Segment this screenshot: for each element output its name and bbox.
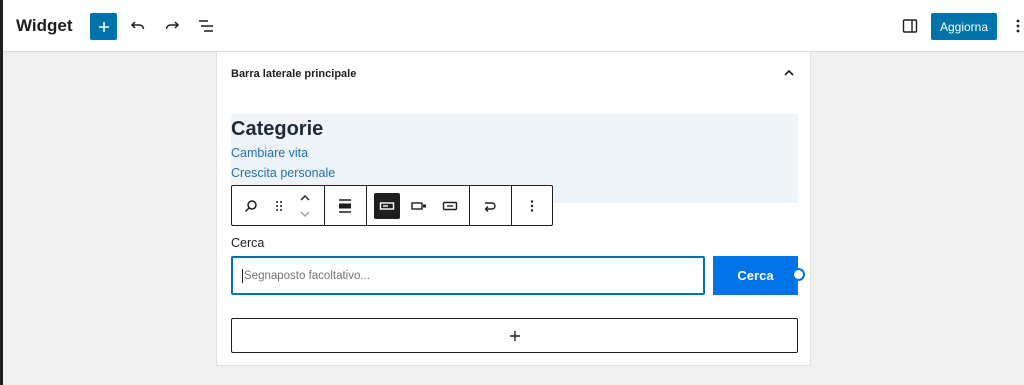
settings-button[interactable] <box>898 14 922 38</box>
move-up-down-buttons[interactable] <box>292 189 318 223</box>
category-link[interactable]: Crescita personale <box>231 166 335 180</box>
add-block-button[interactable] <box>90 13 117 40</box>
move-arrows-icon <box>300 195 310 217</box>
undo-button[interactable] <box>126 14 150 38</box>
chevron-up-icon <box>784 69 794 76</box>
options-button[interactable] <box>1006 14 1024 38</box>
no-button-icon <box>442 201 458 211</box>
search-label: Cerca <box>231 236 265 250</box>
block-options-button[interactable] <box>519 193 545 219</box>
toolbar-group-block <box>232 186 325 225</box>
top-toolbar: Widget Aggiorna <box>0 0 1024 52</box>
transform-button[interactable] <box>477 193 503 219</box>
no-button-button[interactable] <box>437 193 463 219</box>
redo-button[interactable] <box>160 14 184 38</box>
button-outside-icon <box>379 202 395 210</box>
toolbar-group-transform <box>470 186 512 225</box>
search-button[interactable]: Cerca <box>713 256 798 295</box>
label-position-outside-button[interactable] <box>374 193 400 219</box>
search-icon <box>244 200 257 213</box>
button-inside-icon <box>411 202 426 210</box>
left-edge-bar <box>0 0 3 385</box>
search-input[interactable]: Segnaposto facoltativo... <box>231 256 705 295</box>
align-button[interactable] <box>332 193 358 219</box>
toolbar-group-align <box>325 186 367 225</box>
redo-icon <box>165 21 180 30</box>
toolbar-group-label-position <box>367 186 470 225</box>
categories-heading: Categorie <box>231 118 324 140</box>
drag-handle-icon <box>276 201 282 211</box>
update-button[interactable]: Aggiorna <box>931 13 997 40</box>
widget-area-panel: Barra laterale principale Categorie Camb… <box>216 52 811 366</box>
drag-handle[interactable] <box>266 193 292 219</box>
category-link[interactable]: Cambiare vita <box>231 146 308 160</box>
undo-icon <box>130 21 145 30</box>
page-title: Widget <box>16 16 73 35</box>
text-caret <box>242 268 243 283</box>
plus-icon <box>98 21 109 32</box>
widget-area-title[interactable]: Barra laterale principale <box>231 68 356 80</box>
resize-handle[interactable] <box>792 268 805 281</box>
transform-icon <box>484 202 496 212</box>
search-placeholder: Segnaposto facoltativo... <box>244 269 370 282</box>
block-toolbar <box>231 185 553 226</box>
list-view-button[interactable] <box>194 14 218 38</box>
block-appender-button[interactable] <box>231 318 798 353</box>
align-center-icon <box>339 199 351 213</box>
collapse-button[interactable] <box>782 66 796 80</box>
sidebar-toggle-icon <box>902 19 918 33</box>
list-view-icon <box>199 20 213 32</box>
more-vertical-icon <box>530 200 534 212</box>
plus-icon <box>509 330 520 341</box>
more-vertical-icon <box>1016 19 1020 33</box>
label-position-inside-button[interactable] <box>406 193 432 219</box>
block-type-button[interactable] <box>238 193 264 219</box>
